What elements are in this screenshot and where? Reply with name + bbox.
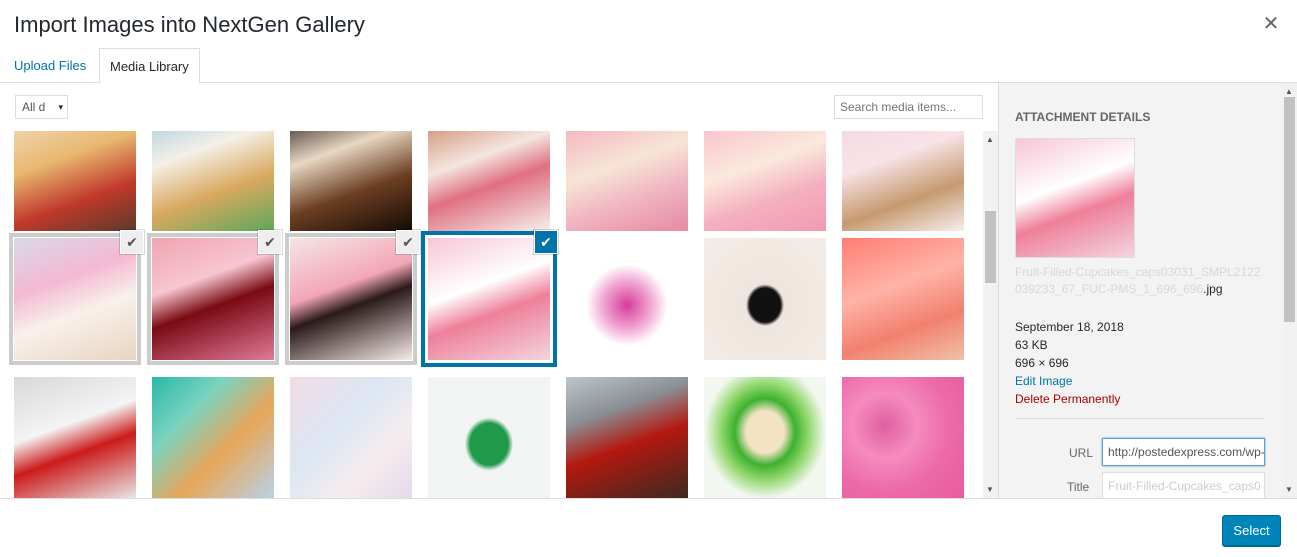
upload-date: September 18, 2018: [1015, 320, 1124, 334]
filter-value: All d: [22, 100, 46, 114]
edit-image-link[interactable]: Edit Image: [1015, 374, 1072, 388]
chocolate-cupcake-image[interactable]: [290, 131, 412, 231]
rose-cupcake-image[interactable]: ✔: [14, 230, 144, 360]
image-dimensions: 696 × 696: [1015, 356, 1069, 370]
sidebar-scrollbar[interactable]: ▲ ▼: [1282, 83, 1297, 498]
file-size: 63 KB: [1015, 338, 1048, 352]
attachments-grid: ✔ ✔ ✔ ✔: [0, 131, 983, 498]
attachment-details-heading: Attachment Details: [1015, 110, 1151, 124]
select-button[interactable]: Select: [1222, 515, 1281, 546]
title-field[interactable]: Fruit-Filled-Cupcakes_caps0: [1102, 472, 1265, 498]
delete-permanently-link[interactable]: Delete Permanently: [1015, 392, 1120, 406]
filename-extension: .jpg: [1203, 282, 1223, 296]
close-icon[interactable]: ✕: [1259, 12, 1283, 36]
scroll-down-icon[interactable]: ▼: [986, 485, 994, 494]
pink-flower-cupcake-image[interactable]: [704, 131, 826, 231]
tab-media-library[interactable]: Media Library: [99, 48, 200, 84]
fruit-filled-cupcake-image: [1015, 138, 1135, 258]
checkmark-icon[interactable]: ✔: [120, 230, 144, 254]
modal-header: Import Images into NextGen Gallery ✕: [0, 0, 1297, 50]
heart-cupcakes-image[interactable]: [842, 131, 964, 231]
attachment-details-sidebar: Attachment Details Fruit-Filled-Cupcakes…: [998, 83, 1297, 498]
pink-frosting-cupcake-image[interactable]: [842, 238, 964, 360]
media-type-filter[interactable]: All d ▾: [15, 95, 68, 119]
url-field[interactable]: http://postedexpress.com/wp-...: [1102, 438, 1265, 466]
cupcake-pearls-image[interactable]: [428, 131, 550, 231]
grid-scrollbar[interactable]: ▲ ▼: [983, 131, 998, 498]
vintage-car-image[interactable]: [566, 377, 688, 498]
green-toy-car-image[interactable]: [428, 377, 550, 498]
router-tabs: Upload Files Media Library: [0, 46, 1297, 84]
scroll-up-icon[interactable]: ▲: [986, 135, 994, 144]
scroll-thumb[interactable]: [985, 211, 996, 283]
scroll-down-icon[interactable]: ▼: [1285, 485, 1293, 494]
checkmark-icon[interactable]: ✔: [534, 230, 558, 254]
green-cream-jar-image[interactable]: [704, 377, 826, 498]
scroll-thumb[interactable]: [1284, 97, 1295, 322]
pink-flower-cupcake-image[interactable]: [566, 131, 688, 231]
scroll-up-icon[interactable]: ▲: [1285, 87, 1293, 96]
pink-cupcakes-pearls-image[interactable]: ✔: [290, 230, 420, 360]
checkmark-icon[interactable]: ✔: [396, 230, 420, 254]
fruit-filled-cupcake-image[interactable]: ✔: [428, 230, 558, 360]
cupcake-tray-image[interactable]: [152, 131, 274, 231]
modal-title: Import Images into NextGen Gallery: [14, 12, 365, 37]
red-toy-car-image[interactable]: [14, 377, 136, 498]
tab-upload-files[interactable]: Upload Files: [4, 48, 96, 83]
chevron-down-icon: ▾: [58, 102, 63, 112]
woman-black-dress-image[interactable]: [704, 238, 826, 360]
details-divider: [1015, 418, 1265, 419]
title-label: Title: [1067, 480, 1090, 494]
url-label: URL: [1069, 446, 1094, 460]
cherry-cupcake-image[interactable]: ✔: [152, 230, 282, 360]
search-input[interactable]: [834, 95, 983, 119]
abstract-paint-image[interactable]: [152, 377, 274, 498]
attachment-filename: Fruit-Filled-Cupcakes_caps03031_SMPL2122…: [1015, 264, 1265, 298]
purple-cupcake-image[interactable]: [566, 238, 688, 360]
filename-faded: Fruit-Filled-Cupcakes_caps03031_SMPL2122…: [1015, 265, 1261, 296]
pink-donuts-image[interactable]: [842, 377, 964, 498]
pastel-watercolor-image[interactable]: [290, 377, 412, 498]
modal-footer: Select: [0, 498, 1297, 557]
checkmark-icon[interactable]: ✔: [258, 230, 282, 254]
cupcake-strawberry-image[interactable]: [14, 131, 136, 231]
